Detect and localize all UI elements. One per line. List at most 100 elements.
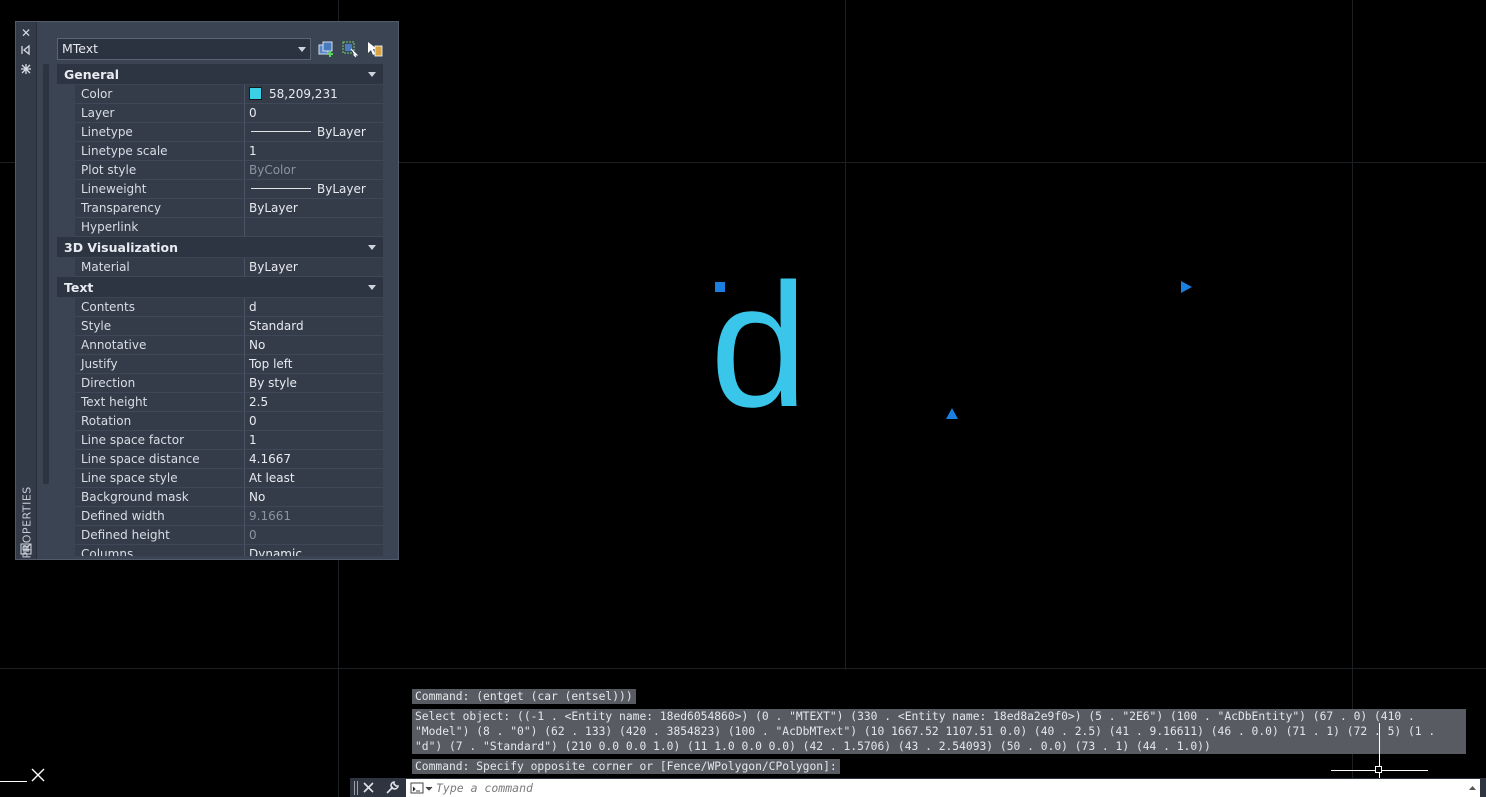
mtext-insertion-grip[interactable] <box>715 282 725 292</box>
command-history-line: Command: (entget (car (entsel))) <box>412 689 636 704</box>
property-label: Style <box>75 317 245 336</box>
command-history-line: Command: Specify opposite corner or [Fen… <box>412 759 840 774</box>
close-icon[interactable] <box>363 782 374 793</box>
properties-gear-icon[interactable] <box>19 63 33 77</box>
property-row[interactable]: Material ByLayer <box>57 258 383 277</box>
property-label: Defined width <box>75 507 245 526</box>
category-title: Text <box>64 280 94 295</box>
property-label: Text height <box>75 393 245 412</box>
property-row[interactable]: Direction By style <box>57 374 383 393</box>
customize-wrench-icon[interactable] <box>385 780 400 795</box>
property-value[interactable]: 2.5 <box>245 393 383 412</box>
property-value-text: 4.1667 <box>249 452 291 466</box>
property-row[interactable]: Linetype scale 1 <box>57 142 383 161</box>
property-row[interactable]: Justify Top left <box>57 355 383 374</box>
category-3d-visualization[interactable]: 3D Visualization <box>57 237 383 258</box>
property-value[interactable]: d <box>245 298 383 317</box>
property-value-text: Dynamic <box>249 547 302 556</box>
chevron-up-icon[interactable] <box>1468 784 1477 791</box>
command-input[interactable] <box>406 779 1480 797</box>
property-value[interactable]: By style <box>245 374 383 393</box>
property-row[interactable]: Linetype ByLayer <box>57 123 383 142</box>
palette-menu-icon[interactable] <box>19 543 33 557</box>
property-value[interactable]: At least <box>245 469 383 488</box>
property-label: Lineweight <box>75 180 245 199</box>
property-value[interactable]: Dynamic <box>245 545 383 556</box>
row-gutter <box>57 199 75 218</box>
property-label: Columns <box>75 545 245 556</box>
category-text[interactable]: Text <box>57 277 383 298</box>
property-value[interactable]: ByLayer <box>245 199 383 218</box>
palette-title-strip[interactable]: ✕ PROPERTIES <box>16 22 37 559</box>
row-gutter <box>57 450 75 469</box>
property-row[interactable]: Color 58,209,231 <box>57 85 383 104</box>
property-row[interactable]: Hyperlink <box>57 218 383 237</box>
drag-handle[interactable] <box>354 781 360 795</box>
property-label: Contents <box>75 298 245 317</box>
close-icon[interactable] <box>31 768 45 782</box>
property-value[interactable]: ByLayer <box>245 123 383 142</box>
property-label: Line space factor <box>75 431 245 450</box>
chevron-down-icon[interactable] <box>368 285 376 290</box>
property-row[interactable]: Columns Dynamic <box>57 545 383 556</box>
chevron-down-icon[interactable] <box>368 245 376 250</box>
quick-select-icon[interactable] <box>365 40 383 58</box>
palette-scrollbar[interactable] <box>43 64 49 484</box>
select-objects-icon[interactable] <box>341 40 359 58</box>
property-value[interactable]: ByLayer <box>245 180 383 199</box>
property-value[interactable] <box>245 218 383 237</box>
property-value-text: Top left <box>249 357 293 371</box>
property-value[interactable]: 58,209,231 <box>245 85 383 104</box>
property-row[interactable]: Transparency ByLayer <box>57 199 383 218</box>
property-value-text: No <box>249 490 266 504</box>
property-value[interactable]: 9.1661 <box>245 507 383 526</box>
toggle-pickadd-icon[interactable] <box>317 40 335 58</box>
property-value-text: 0 <box>249 528 257 542</box>
mtext-height-grip[interactable] <box>946 408 958 419</box>
property-row[interactable]: Lineweight ByLayer <box>57 180 383 199</box>
object-type-dropdown[interactable]: MText <box>57 38 311 60</box>
row-gutter <box>57 161 75 180</box>
property-row[interactable]: Line space factor 1 <box>57 431 383 450</box>
property-row[interactable]: Style Standard <box>57 317 383 336</box>
autohide-icon[interactable] <box>19 44 33 58</box>
row-gutter <box>57 123 75 142</box>
property-value[interactable]: 1 <box>245 431 383 450</box>
property-value[interactable]: No <box>245 336 383 355</box>
property-row[interactable]: Line space style At least <box>57 469 383 488</box>
row-gutter <box>57 258 75 277</box>
property-value[interactable]: No <box>245 488 383 507</box>
close-icon[interactable]: ✕ <box>19 26 33 40</box>
chevron-down-icon[interactable] <box>368 72 376 77</box>
category-general[interactable]: General <box>57 64 383 85</box>
row-gutter <box>57 469 75 488</box>
property-value[interactable]: ByLayer <box>245 258 383 277</box>
property-row[interactable]: Rotation 0 <box>57 412 383 431</box>
property-value[interactable]: 0 <box>245 412 383 431</box>
property-value[interactable]: Standard <box>245 317 383 336</box>
property-label: Material <box>75 258 245 277</box>
mtext-width-grip[interactable] <box>1181 281 1192 293</box>
property-row[interactable]: Defined height 0 <box>57 526 383 545</box>
property-value-text: ByLayer <box>317 182 366 196</box>
property-row[interactable]: Text height 2.5 <box>57 393 383 412</box>
property-row[interactable]: Line space distance 4.1667 <box>57 450 383 469</box>
property-row[interactable]: Background mask No <box>57 488 383 507</box>
recent-commands-icon[interactable] <box>410 782 434 794</box>
property-label: Hyperlink <box>75 218 245 237</box>
property-value[interactable]: 0 <box>245 104 383 123</box>
property-row[interactable]: Layer 0 <box>57 104 383 123</box>
grid-line <box>0 668 1486 669</box>
property-value[interactable]: 4.1667 <box>245 450 383 469</box>
property-value[interactable]: 0 <box>245 526 383 545</box>
property-value[interactable]: 1 <box>245 142 383 161</box>
property-label: Line space style <box>75 469 245 488</box>
property-row[interactable]: Annotative No <box>57 336 383 355</box>
ucs-icon <box>0 781 27 782</box>
property-label: Rotation <box>75 412 245 431</box>
property-value[interactable]: Top left <box>245 355 383 374</box>
property-value[interactable]: ByColor <box>245 161 383 180</box>
property-row[interactable]: Contents d <box>57 298 383 317</box>
property-row[interactable]: Plot style ByColor <box>57 161 383 180</box>
property-row[interactable]: Defined width 9.1661 <box>57 507 383 526</box>
